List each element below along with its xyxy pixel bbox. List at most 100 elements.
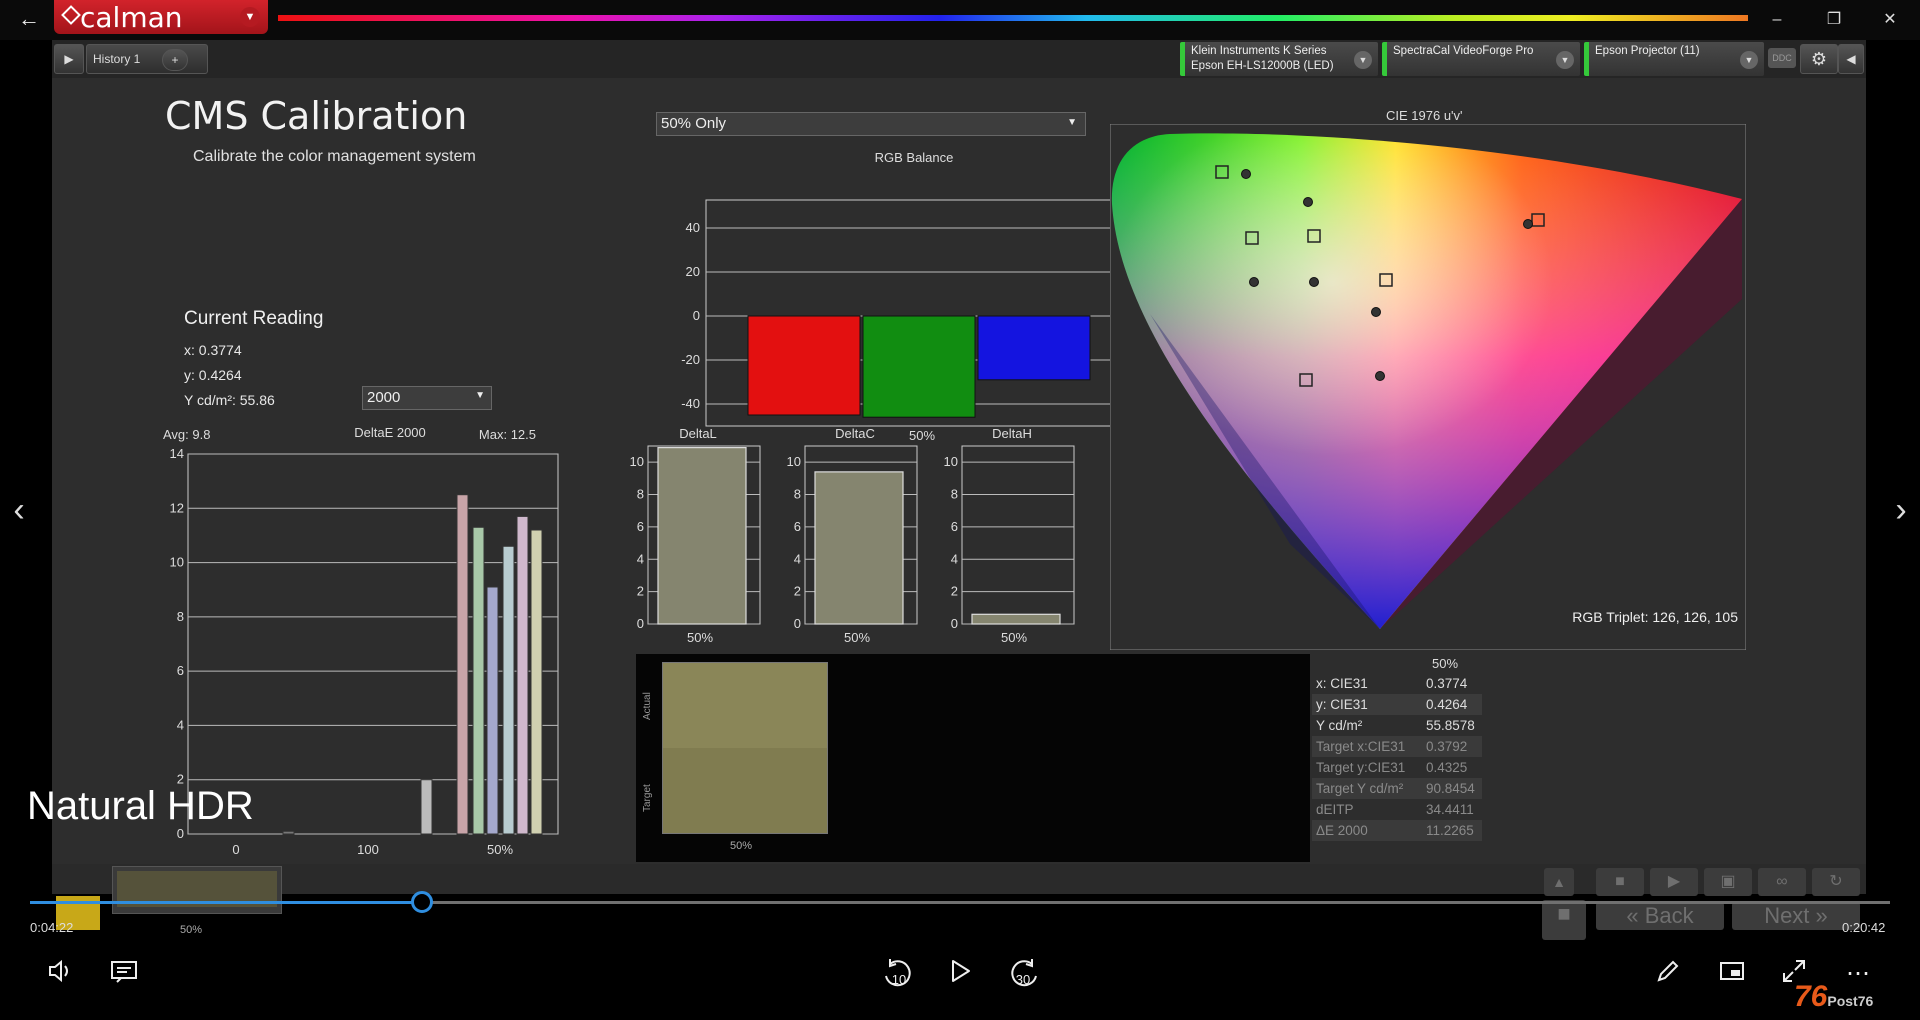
cie-title: CIE 1976 u'v'	[1386, 108, 1463, 123]
minimize-icon[interactable]: –	[1765, 8, 1789, 32]
watermark-number: 76	[1794, 980, 1828, 1013]
play-workflow-button[interactable]: ▶	[54, 44, 84, 74]
table-row: Target x:CIE31 0.3792	[1312, 736, 1482, 757]
delta-l-chart: DeltaL 10 8 6 4 2 0 50%	[630, 426, 761, 645]
measured-point	[1375, 371, 1385, 381]
delta-ytick: 10	[630, 454, 644, 469]
add-tab-button[interactable]: +	[162, 49, 188, 71]
delta-h-chart: DeltaH 10 8 6 4 2 0 50%	[944, 426, 1075, 645]
delta-ytick: 2	[951, 584, 958, 599]
rgb-ytick: -20	[681, 352, 700, 367]
table-row: ΔE 2000 11.2265	[1312, 820, 1482, 841]
readings-table: 50% x: CIE31 0.3774 y: CIE31 0.4264 Y cd/m…	[1312, 654, 1482, 841]
back-label: Back	[1644, 903, 1694, 928]
display-device-panel[interactable]: Epson Projector (11) ▼	[1584, 42, 1764, 76]
deltae-bar	[456, 494, 469, 835]
delta-ytick: 6	[951, 519, 958, 534]
deltae-bar	[420, 779, 433, 835]
delta-h-title: DeltaH	[992, 426, 1032, 441]
previous-arrow-icon[interactable]: ‹	[4, 490, 34, 530]
meter-device-panel[interactable]: Klein Instruments K Series Epson EH-LS12…	[1180, 42, 1378, 76]
target-label: Target	[642, 784, 653, 812]
plus-icon: +	[171, 53, 179, 67]
table-header-label: 50%	[1432, 656, 1459, 671]
deltae-ytick: 8	[177, 609, 184, 624]
next-arrow-icon[interactable]: ›	[1886, 490, 1916, 530]
source-device-panel[interactable]: SpectraCal VideoForge Pro ▼	[1382, 42, 1580, 76]
row-key: Y cd/m²	[1316, 718, 1363, 733]
back-button[interactable]: « Back	[1596, 902, 1724, 930]
play-icon[interactable]: ▶	[1650, 868, 1698, 896]
settings-gear-icon[interactable]: ⚙	[1800, 44, 1838, 74]
stop-square-icon[interactable]: ■	[1542, 900, 1586, 940]
delta-ytick: 8	[794, 487, 801, 502]
page-title: CMS Calibration	[165, 94, 468, 138]
refresh-icon[interactable]: ↻	[1812, 868, 1860, 896]
back-arrow-icon[interactable]: ←	[18, 6, 44, 32]
rgb-triplet: RGB Triplet: 126, 126, 105	[1572, 609, 1738, 625]
stop-icon[interactable]: ■	[1596, 868, 1644, 896]
play-button[interactable]	[942, 956, 978, 992]
collapse-button[interactable]: ▲	[1544, 868, 1574, 896]
mini-player-icon[interactable]	[1714, 956, 1750, 992]
seek-bar-thumb[interactable]	[411, 891, 434, 913]
mode-select[interactable]: 50% Only ▼	[656, 112, 1086, 136]
collapse-arrow-icon[interactable]: ◀	[1838, 44, 1864, 74]
chevron-down-icon: ▼	[1067, 117, 1077, 128]
deltae-ytick: 12	[170, 500, 184, 515]
measured-point	[1241, 169, 1251, 179]
chevron-down-icon[interactable]: ▼	[240, 7, 260, 27]
delta-plot-area	[961, 445, 1075, 625]
blue-balance-bar	[977, 315, 1091, 381]
restore-icon[interactable]: ❐	[1822, 8, 1846, 32]
delta-ytick: 10	[944, 454, 958, 469]
next-button[interactable]: Next »	[1732, 902, 1860, 930]
ddc-button[interactable]: DDC	[1768, 48, 1796, 68]
logo-text: calman	[80, 1, 183, 34]
row-key: Target y:CIE31	[1316, 760, 1406, 775]
calman-logo[interactable]: calman ▼	[54, 0, 268, 34]
delta-ytick: 4	[951, 551, 958, 566]
bottom-strip	[52, 864, 1866, 894]
next-label: Next	[1764, 903, 1810, 928]
captions-icon[interactable]	[106, 956, 142, 992]
close-icon[interactable]: ✕	[1878, 8, 1902, 32]
delta-ytick: 0	[637, 616, 644, 631]
deltae-formula-select[interactable]: 2000 ▼	[362, 386, 492, 410]
delta-ytick: 2	[794, 584, 801, 599]
skip-back-10-icon[interactable]: 10	[878, 956, 918, 992]
delta-bar	[971, 613, 1061, 625]
delta-ytick: 2	[637, 584, 644, 599]
deltae-ytick: 4	[177, 717, 184, 732]
history-thumbnail[interactable]	[112, 866, 282, 914]
rgb-ytick: 40	[686, 220, 700, 235]
row-key: ΔE 2000	[1316, 823, 1368, 838]
row-value: 34.4411	[1426, 802, 1474, 817]
delta-bar	[814, 471, 904, 625]
row-value: 55.8578	[1426, 718, 1475, 733]
rgb-balance-title: RGB Balance	[875, 150, 954, 165]
deltae-formula-value: 2000	[367, 389, 401, 406]
deltae-bar	[502, 545, 515, 835]
measured-point	[1523, 219, 1533, 229]
rgb-balance-chart: RGB Balance 40200-20-40 50%	[681, 150, 1141, 443]
ddc-label: DDC	[1772, 53, 1792, 63]
tab-history-1[interactable]: History 1	[86, 44, 208, 74]
chevron-down-icon[interactable]: ▼	[1354, 51, 1372, 69]
red-balance-bar	[747, 315, 861, 416]
deltae-bar	[472, 526, 485, 835]
delta-l-title: DeltaL	[679, 426, 717, 441]
loop-icon[interactable]: ∞	[1758, 868, 1806, 896]
chevron-down-icon[interactable]: ▼	[1740, 51, 1758, 69]
chevron-down-icon[interactable]: ▼	[1556, 51, 1574, 69]
volume-icon[interactable]	[42, 956, 78, 992]
row-value: 90.8454	[1426, 781, 1475, 796]
deltae-bar	[516, 515, 529, 835]
deltae-avg: Avg: 9.8	[163, 427, 210, 442]
deltae-ytick: 14	[170, 446, 184, 461]
skip-forward-30-icon[interactable]: 30	[1004, 956, 1044, 992]
save-icon[interactable]: ▣	[1704, 868, 1752, 896]
reading-x: x: 0.3774	[184, 342, 242, 358]
deltae-bar	[530, 529, 543, 835]
edit-pen-icon[interactable]	[1650, 956, 1686, 992]
